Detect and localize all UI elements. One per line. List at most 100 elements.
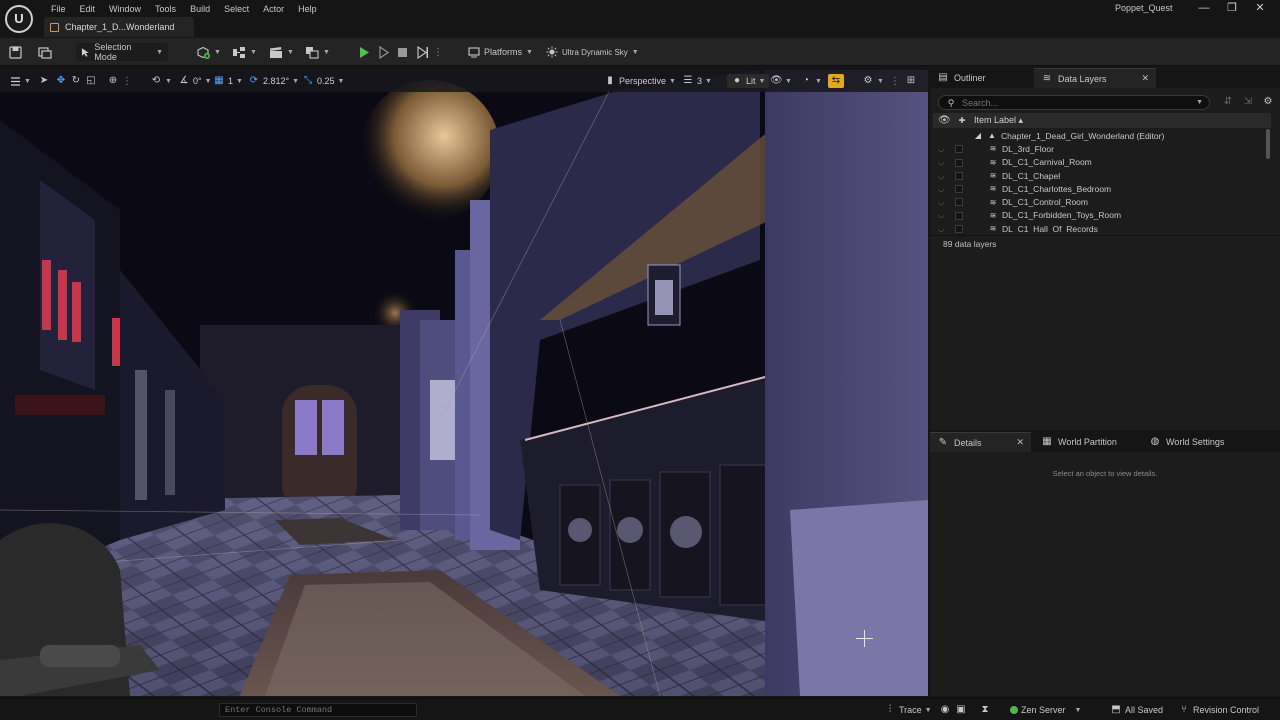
visibility-eye-icon[interactable]: ◡ (938, 225, 946, 233)
grid-snap-toggle[interactable]: ▦ 1 ▼ (213, 74, 243, 88)
more-options-icon: ⋮ (433, 46, 443, 58)
data-layers-search[interactable]: ⚲ ▼ (938, 95, 1210, 110)
layer-checkbox[interactable] (955, 211, 963, 220)
visibility-eye-icon[interactable]: ◡ (938, 198, 946, 206)
maximize-button[interactable]: ❐ (1218, 0, 1246, 18)
show-flags-dropdown[interactable]: 👁 ▼ (770, 74, 792, 88)
world-space-button[interactable]: ⊕ ⋮ (107, 74, 132, 88)
menu-edit[interactable]: Edit (73, 2, 103, 16)
scale-snap-toggle[interactable]: ⤡ 0.25 ▼ (302, 74, 344, 88)
save-button[interactable] (9, 43, 22, 61)
layer-checkbox[interactable] (955, 225, 963, 233)
list-item[interactable]: ◡ ≋ DL_C1_Forbidden_Toys_Room (933, 209, 1263, 222)
visibility-eye-icon[interactable]: ◡ (938, 211, 946, 219)
surface-snap-button[interactable]: ⟲ ▼ (150, 74, 172, 88)
gear-icon[interactable]: ⚙ (1262, 96, 1274, 108)
list-item[interactable]: ◡ ≋ DL_C1_Carnival_Room (933, 156, 1263, 169)
list-item[interactable]: ◡ ≋ DL_C1_Charlottes_Bedroom (933, 182, 1263, 195)
rotate-tool-button[interactable]: ↻ (70, 74, 82, 88)
play-options-button[interactable]: ⋮ (416, 43, 443, 61)
layer-checkbox[interactable] (955, 145, 963, 154)
tab-details[interactable]: ✎ Details ✕ (930, 432, 1032, 452)
layer-checkbox[interactable] (955, 185, 963, 194)
lit-mode-dropdown[interactable]: ● Lit ▼ (727, 74, 770, 88)
close-window-button[interactable]: ✕ (1246, 0, 1274, 18)
list-item[interactable]: ◡ ≋ DL_C1_Chapel (933, 169, 1263, 182)
visibility-eye-icon[interactable]: ◡ (938, 145, 946, 153)
collapse-icon[interactable]: ⇲ (1242, 96, 1254, 108)
visibility-eye-icon[interactable]: ◡ (938, 158, 946, 166)
chevron-down-icon[interactable]: ▼ (1196, 99, 1203, 106)
menu-select[interactable]: Select (217, 2, 256, 16)
close-tab-icon[interactable]: ✕ (1142, 73, 1150, 84)
platforms-dropdown[interactable]: Platforms ▼ (468, 43, 533, 61)
column-header[interactable]: 👁 ✚ Item Label ▴ (933, 113, 1271, 128)
camera-speed-dropdown[interactable]: ☰ 3 ▼ (682, 74, 712, 88)
build-icon (306, 46, 319, 59)
build-options-button[interactable]: ▼ (305, 43, 330, 61)
tab-world-settings[interactable]: ◍ World Settings (1142, 432, 1231, 452)
minimize-button[interactable]: — (1190, 0, 1218, 18)
blueprints-button[interactable]: ▼ (232, 43, 257, 61)
perspective-dropdown[interactable]: ▮ Perspective ▼ (604, 74, 676, 88)
tab-outliner[interactable]: ▤ Outliner (930, 68, 993, 88)
layer-checkbox[interactable] (955, 158, 963, 167)
menu-file[interactable]: File (44, 2, 73, 16)
realtime-dropdown[interactable]: ◔ ▼ (800, 74, 822, 88)
all-saved-button[interactable]: ⬒ All Saved (1110, 704, 1163, 716)
sync-icon[interactable]: ⇵ (1222, 96, 1234, 108)
list-item[interactable]: ◡ ≋ DL_C1_Control_Room (933, 195, 1263, 208)
scale-tool-button[interactable]: ◱ (85, 74, 97, 88)
scene-render[interactable] (0, 70, 928, 696)
insights-button[interactable]: ⧗ (979, 704, 991, 716)
menu-window[interactable]: Window (102, 2, 148, 16)
zen-server-dropdown[interactable]: Zen Server ▼ (1010, 704, 1081, 716)
visibility-eye-icon[interactable]: ◡ (938, 172, 946, 180)
layer-checkbox[interactable] (955, 171, 963, 180)
cinematics-button[interactable]: ▼ (269, 43, 294, 61)
selection-mode-dropdown[interactable]: Selection Mode ▼ (76, 42, 168, 62)
screenshot-button[interactable]: ▣ (955, 704, 967, 716)
content-browser-button[interactable] (38, 43, 52, 61)
angle-snap-toggle[interactable]: ⟳ 2.812° ▼ (248, 74, 299, 88)
menu-help[interactable]: Help (291, 2, 324, 16)
tree-scrollbar[interactable] (1266, 129, 1270, 159)
visibility-eye-icon[interactable]: ◡ (938, 185, 946, 193)
revision-control-button[interactable]: ⑂ Revision Control (1178, 704, 1259, 716)
tree-root-row[interactable]: ◢ ▲ Chapter_1_Dead_Girl_Wonderland (Edit… (933, 129, 1263, 142)
menu-actor[interactable]: Actor (256, 2, 291, 16)
list-item[interactable]: ◡ ≋ DL_C1_Hall_Of_Records (933, 222, 1263, 233)
layer-checkbox[interactable] (955, 198, 963, 207)
viewport-layout-button[interactable]: ⊞ (905, 74, 917, 88)
record-button[interactable]: ◉ (939, 704, 951, 716)
advance-frame-button[interactable] (378, 43, 390, 61)
viewport-settings-dropdown[interactable]: ⚙ ▼ (862, 74, 884, 88)
translate-tool-button[interactable]: ✥ (55, 74, 67, 88)
list-item[interactable]: ◡ ≋ DL_3rd_Floor (933, 142, 1263, 155)
grid-snap-icon: ▦ (214, 75, 224, 86)
unreal-engine-logo-icon[interactable]: U (5, 5, 33, 33)
gear-icon: ⚙ (863, 75, 873, 86)
realtime-icon: ◔ (802, 75, 810, 86)
tab-data-layers[interactable]: ≋ Data Layers ✕ (1034, 68, 1157, 88)
game-view-toggle[interactable]: ⇆ (828, 74, 844, 88)
search-input[interactable] (962, 97, 1192, 108)
tab-world-partition[interactable]: ▦ World Partition (1034, 432, 1124, 452)
menu-tools[interactable]: Tools (148, 2, 183, 16)
rotation-snap-toggle[interactable]: ∡ 0° ▼ (178, 74, 212, 88)
level-tab[interactable]: Chapter_1_D...Wonderland (44, 17, 194, 37)
add-actor-button[interactable]: ▼ (196, 43, 221, 61)
menu-build[interactable]: Build (183, 2, 217, 16)
world-settings-icon: ◍ (1150, 436, 1160, 447)
console-command-input[interactable] (219, 703, 417, 717)
layer-label: DL_C1_Hall_Of_Records (1002, 223, 1098, 233)
ultra-dynamic-sky-dropdown[interactable]: Ultra Dynamic Sky ▼ (546, 43, 639, 61)
stop-button[interactable] (397, 43, 408, 61)
level-viewport[interactable] (0, 70, 928, 696)
trace-dropdown[interactable]: ⫶ Trace ▼ (884, 704, 932, 716)
viewport-options-button[interactable]: ▼ (10, 74, 31, 88)
viewport-more-button[interactable]: ⋮ (890, 74, 900, 88)
play-button[interactable] (358, 43, 370, 61)
close-tab-icon[interactable]: ✕ (1017, 437, 1025, 448)
select-tool-button[interactable]: ➤ (38, 74, 50, 88)
